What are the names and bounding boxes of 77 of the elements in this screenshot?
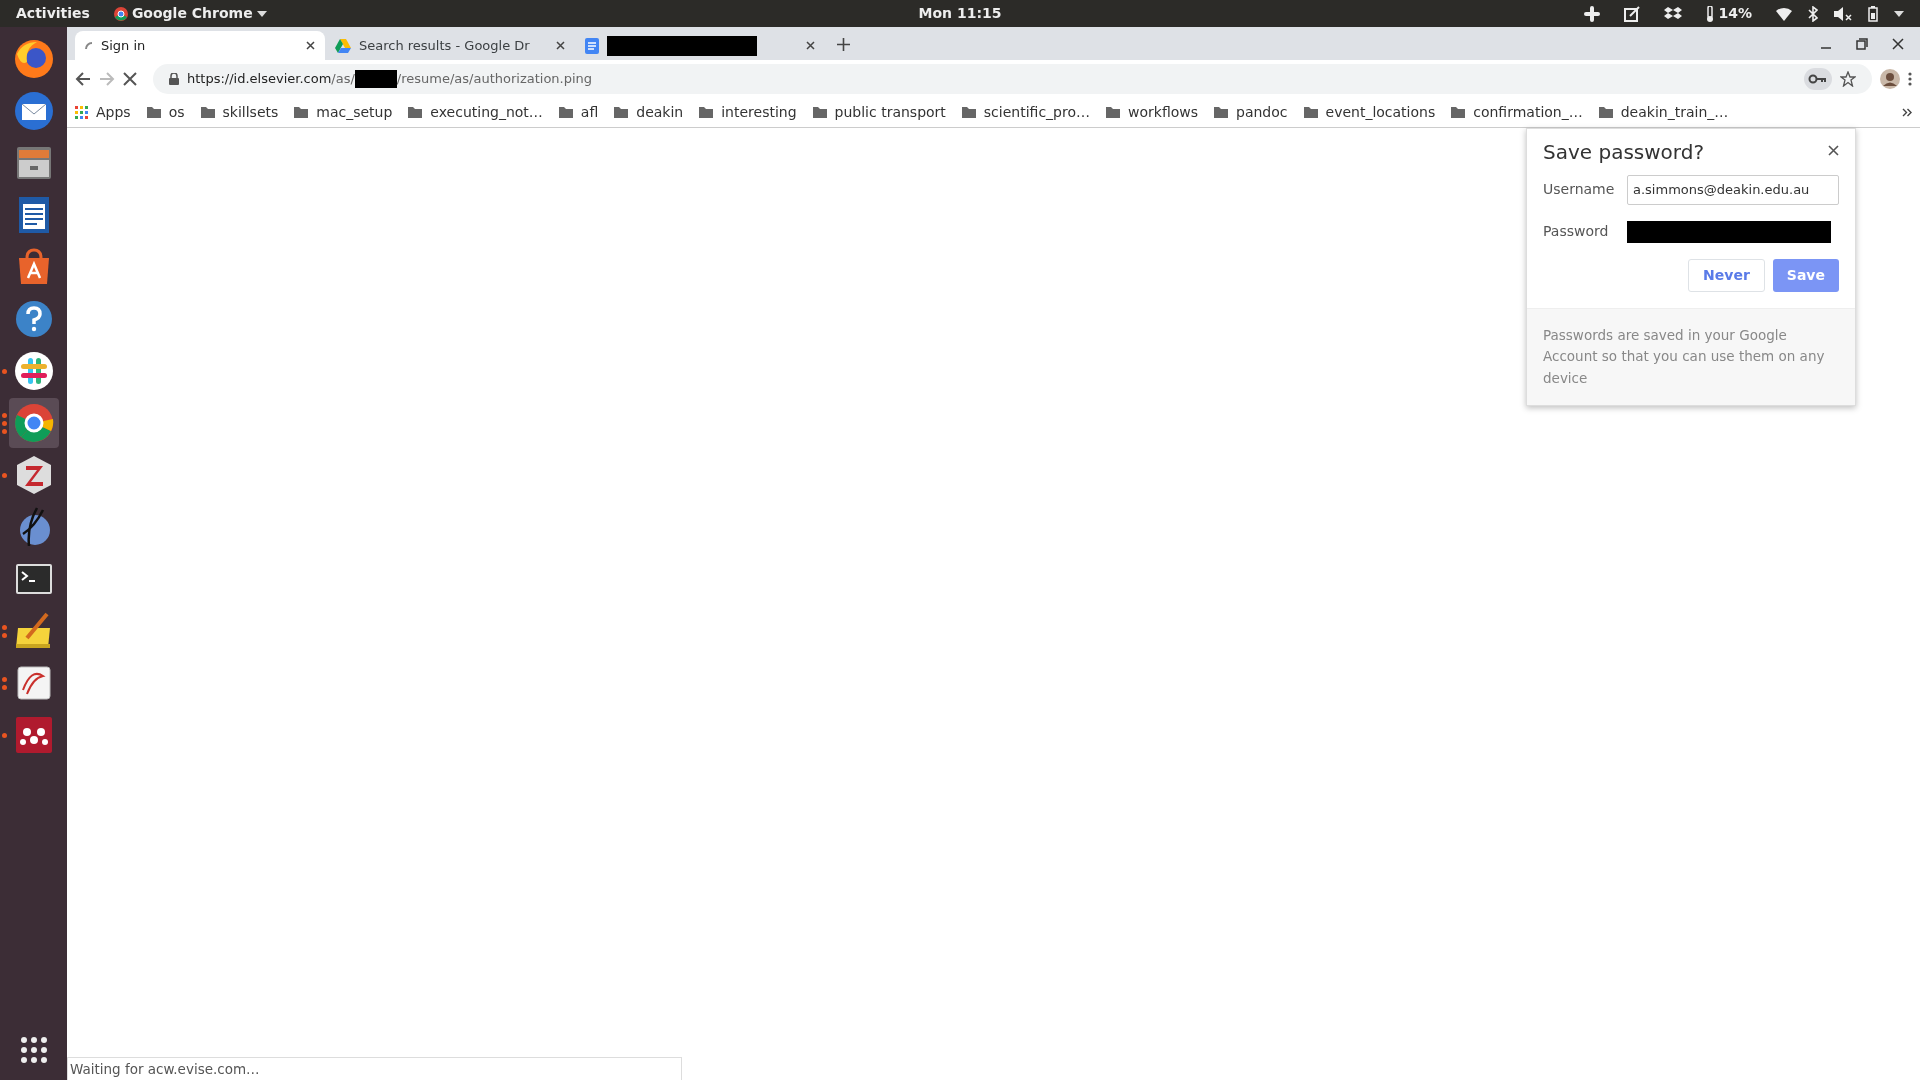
bookmark-item[interactable]: deakin (614, 101, 684, 123)
app-grid-icon[interactable] (19, 1036, 48, 1064)
bookmark-item[interactable]: afl (558, 101, 599, 123)
thermometer-icon (1706, 5, 1715, 22)
browser-tab[interactable]: Sign in (75, 31, 325, 60)
close-icon[interactable] (1828, 145, 1839, 156)
bookmark-item[interactable]: deakin_train_… (1598, 101, 1729, 123)
folder-icon (294, 106, 309, 118)
temperature-indicator[interactable]: 14% (1706, 3, 1752, 24)
battery-icon[interactable] (1868, 5, 1878, 22)
bookmark-item[interactable]: confirmation_… (1451, 101, 1583, 123)
bookmark-item[interactable]: interesting (699, 101, 797, 123)
new-tab-icon[interactable] (837, 38, 850, 51)
back-arrow-icon[interactable] (75, 70, 91, 87)
chevron-icon[interactable] (1902, 107, 1912, 117)
folder-icon (200, 106, 215, 118)
close-icon[interactable] (1892, 37, 1904, 50)
stop-icon[interactable] (123, 71, 137, 86)
close-icon[interactable] (306, 41, 315, 50)
bookmark-item[interactable]: workflows (1106, 101, 1198, 123)
bookmark-item[interactable]: executing_not… (408, 101, 543, 123)
folder-icon (614, 106, 629, 118)
chrome-icon (113, 6, 128, 21)
lock-icon (169, 72, 179, 85)
dialog-title: Save password? (1543, 139, 1704, 166)
document-icon (585, 37, 599, 54)
folder-icon (558, 106, 573, 118)
menu-icon[interactable] (1908, 70, 1912, 87)
folder-icon (961, 106, 976, 118)
folder-icon (1214, 106, 1228, 118)
folder-icon (1598, 106, 1613, 118)
bookmark-item[interactable]: scientific_pro… (961, 101, 1090, 123)
bookmark-item[interactable]: os (146, 101, 185, 123)
folder-icon (1451, 106, 1466, 118)
folder-icon (699, 106, 714, 118)
spinner-icon (85, 41, 93, 50)
bookmark-item[interactable]: mac_setup (294, 101, 393, 123)
never-button[interactable]: Never (1688, 258, 1765, 292)
browser-tab[interactable]: Search results - Google Dr (325, 31, 575, 60)
triangle-icon (335, 38, 351, 53)
tab-title: Search results - Google Dr (359, 36, 530, 55)
folder-icon (812, 106, 827, 118)
bookmark-item[interactable]: skillsets (200, 101, 279, 123)
status-text: Waiting for acw.evise.com… (67, 1056, 682, 1080)
temperature-text: 14% (1718, 4, 1752, 23)
folder-icon (146, 106, 161, 118)
folder-icon (408, 106, 423, 118)
dialog-footer-text: Passwords are saved in your Google Account so that you can use them on any device (1527, 307, 1855, 406)
folder-icon (1303, 106, 1318, 118)
field-label: Username (1543, 180, 1616, 200)
bookmark-item[interactable]: event_locations (1303, 101, 1436, 123)
bookmark-item[interactable]: Apps (75, 101, 131, 123)
bluetooth-icon[interactable] (1808, 5, 1818, 22)
note-icon[interactable] (1624, 5, 1641, 22)
volume-muted-icon[interactable] (1834, 5, 1852, 22)
username-field[interactable]: a.simmons@deakin.edu.au (1627, 175, 1839, 205)
folder-icon (1106, 106, 1120, 118)
field-label: Password (1543, 222, 1610, 241)
wifi-icon[interactable] (1776, 6, 1792, 21)
caret-icon (256, 10, 267, 17)
address-bar[interactable]: https://id.elsevier.com/as/ /resume/as/authorization.ping (153, 63, 1872, 94)
caret-icon[interactable] (1894, 10, 1904, 17)
close-icon[interactable] (806, 41, 815, 50)
clock[interactable]: Mon 11:15 (918, 3, 1002, 24)
url-text: https://id.elsevier.com/as/ /resume/as/authorization.ping (187, 68, 593, 89)
restore-icon[interactable] (1856, 37, 1868, 50)
star-icon[interactable] (1840, 70, 1856, 87)
avatar-icon[interactable] (1880, 68, 1900, 89)
bookmark-item[interactable]: public transport (812, 101, 946, 123)
app-grid-icon (75, 105, 88, 119)
key-icon[interactable] (1804, 67, 1832, 90)
browser-icon[interactable] (8, 398, 59, 448)
bookmark-item[interactable]: pandoc (1214, 101, 1288, 123)
close-icon[interactable] (556, 41, 565, 50)
tab-title: Sign in (101, 36, 146, 55)
app-menu[interactable]: Google Chrome (113, 3, 267, 24)
activities-button[interactable]: Activities (16, 3, 90, 24)
